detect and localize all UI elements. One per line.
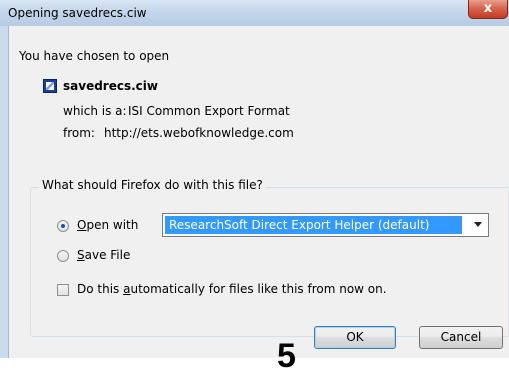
- cancel-button[interactable]: Cancel: [419, 326, 503, 349]
- save-file-label-rest: ave File: [84, 248, 131, 262]
- save-file-radio[interactable]: [57, 250, 69, 262]
- dialog-body: You have chosen to open savedrecs.ciw wh…: [8, 26, 509, 373]
- close-icon: x: [483, 1, 493, 16]
- app-select[interactable]: ResearchSoft Direct Export Helper (defau…: [162, 213, 489, 237]
- open-with-radio[interactable]: [57, 220, 69, 232]
- auto-action-label-after: utomatically for files like this from no…: [130, 282, 387, 296]
- file-source-label: from:: [63, 126, 95, 140]
- window-frame: You have chosen to open savedrecs.ciw wh…: [0, 26, 509, 373]
- file-icon: [43, 79, 57, 93]
- close-button[interactable]: x: [468, 0, 508, 19]
- file-type-value: ISI Common Export Format: [128, 104, 290, 118]
- auto-action-checkbox[interactable]: [57, 284, 69, 296]
- ok-button[interactable]: OK: [314, 326, 396, 349]
- save-file-accel: S: [77, 248, 85, 262]
- app-select-value: ResearchSoft Direct Export Helper (defau…: [165, 216, 462, 234]
- action-groupbox: [30, 187, 509, 337]
- intro-text: You have chosen to open: [19, 49, 170, 63]
- file-type-label: which is a:: [63, 104, 127, 118]
- auto-action-label-before: Do this: [77, 282, 124, 296]
- auto-action-label[interactable]: Do this automatically for files like thi…: [77, 282, 387, 296]
- file-source-value: http://ets.webofknowledge.com: [104, 126, 294, 140]
- open-with-label-rest: pen with: [86, 218, 139, 232]
- file-name: savedrecs.ciw: [63, 79, 158, 93]
- step-annotation: 5: [277, 337, 296, 375]
- chevron-down-icon[interactable]: [474, 222, 482, 227]
- open-with-label[interactable]: Open with: [77, 218, 138, 232]
- title-bar: Opening savedrecs.ciw x: [0, 0, 509, 27]
- save-file-label[interactable]: Save File: [77, 248, 130, 262]
- window-title: Opening savedrecs.ciw: [8, 6, 147, 20]
- action-group-legend: What should Firefox do with this file?: [39, 178, 266, 192]
